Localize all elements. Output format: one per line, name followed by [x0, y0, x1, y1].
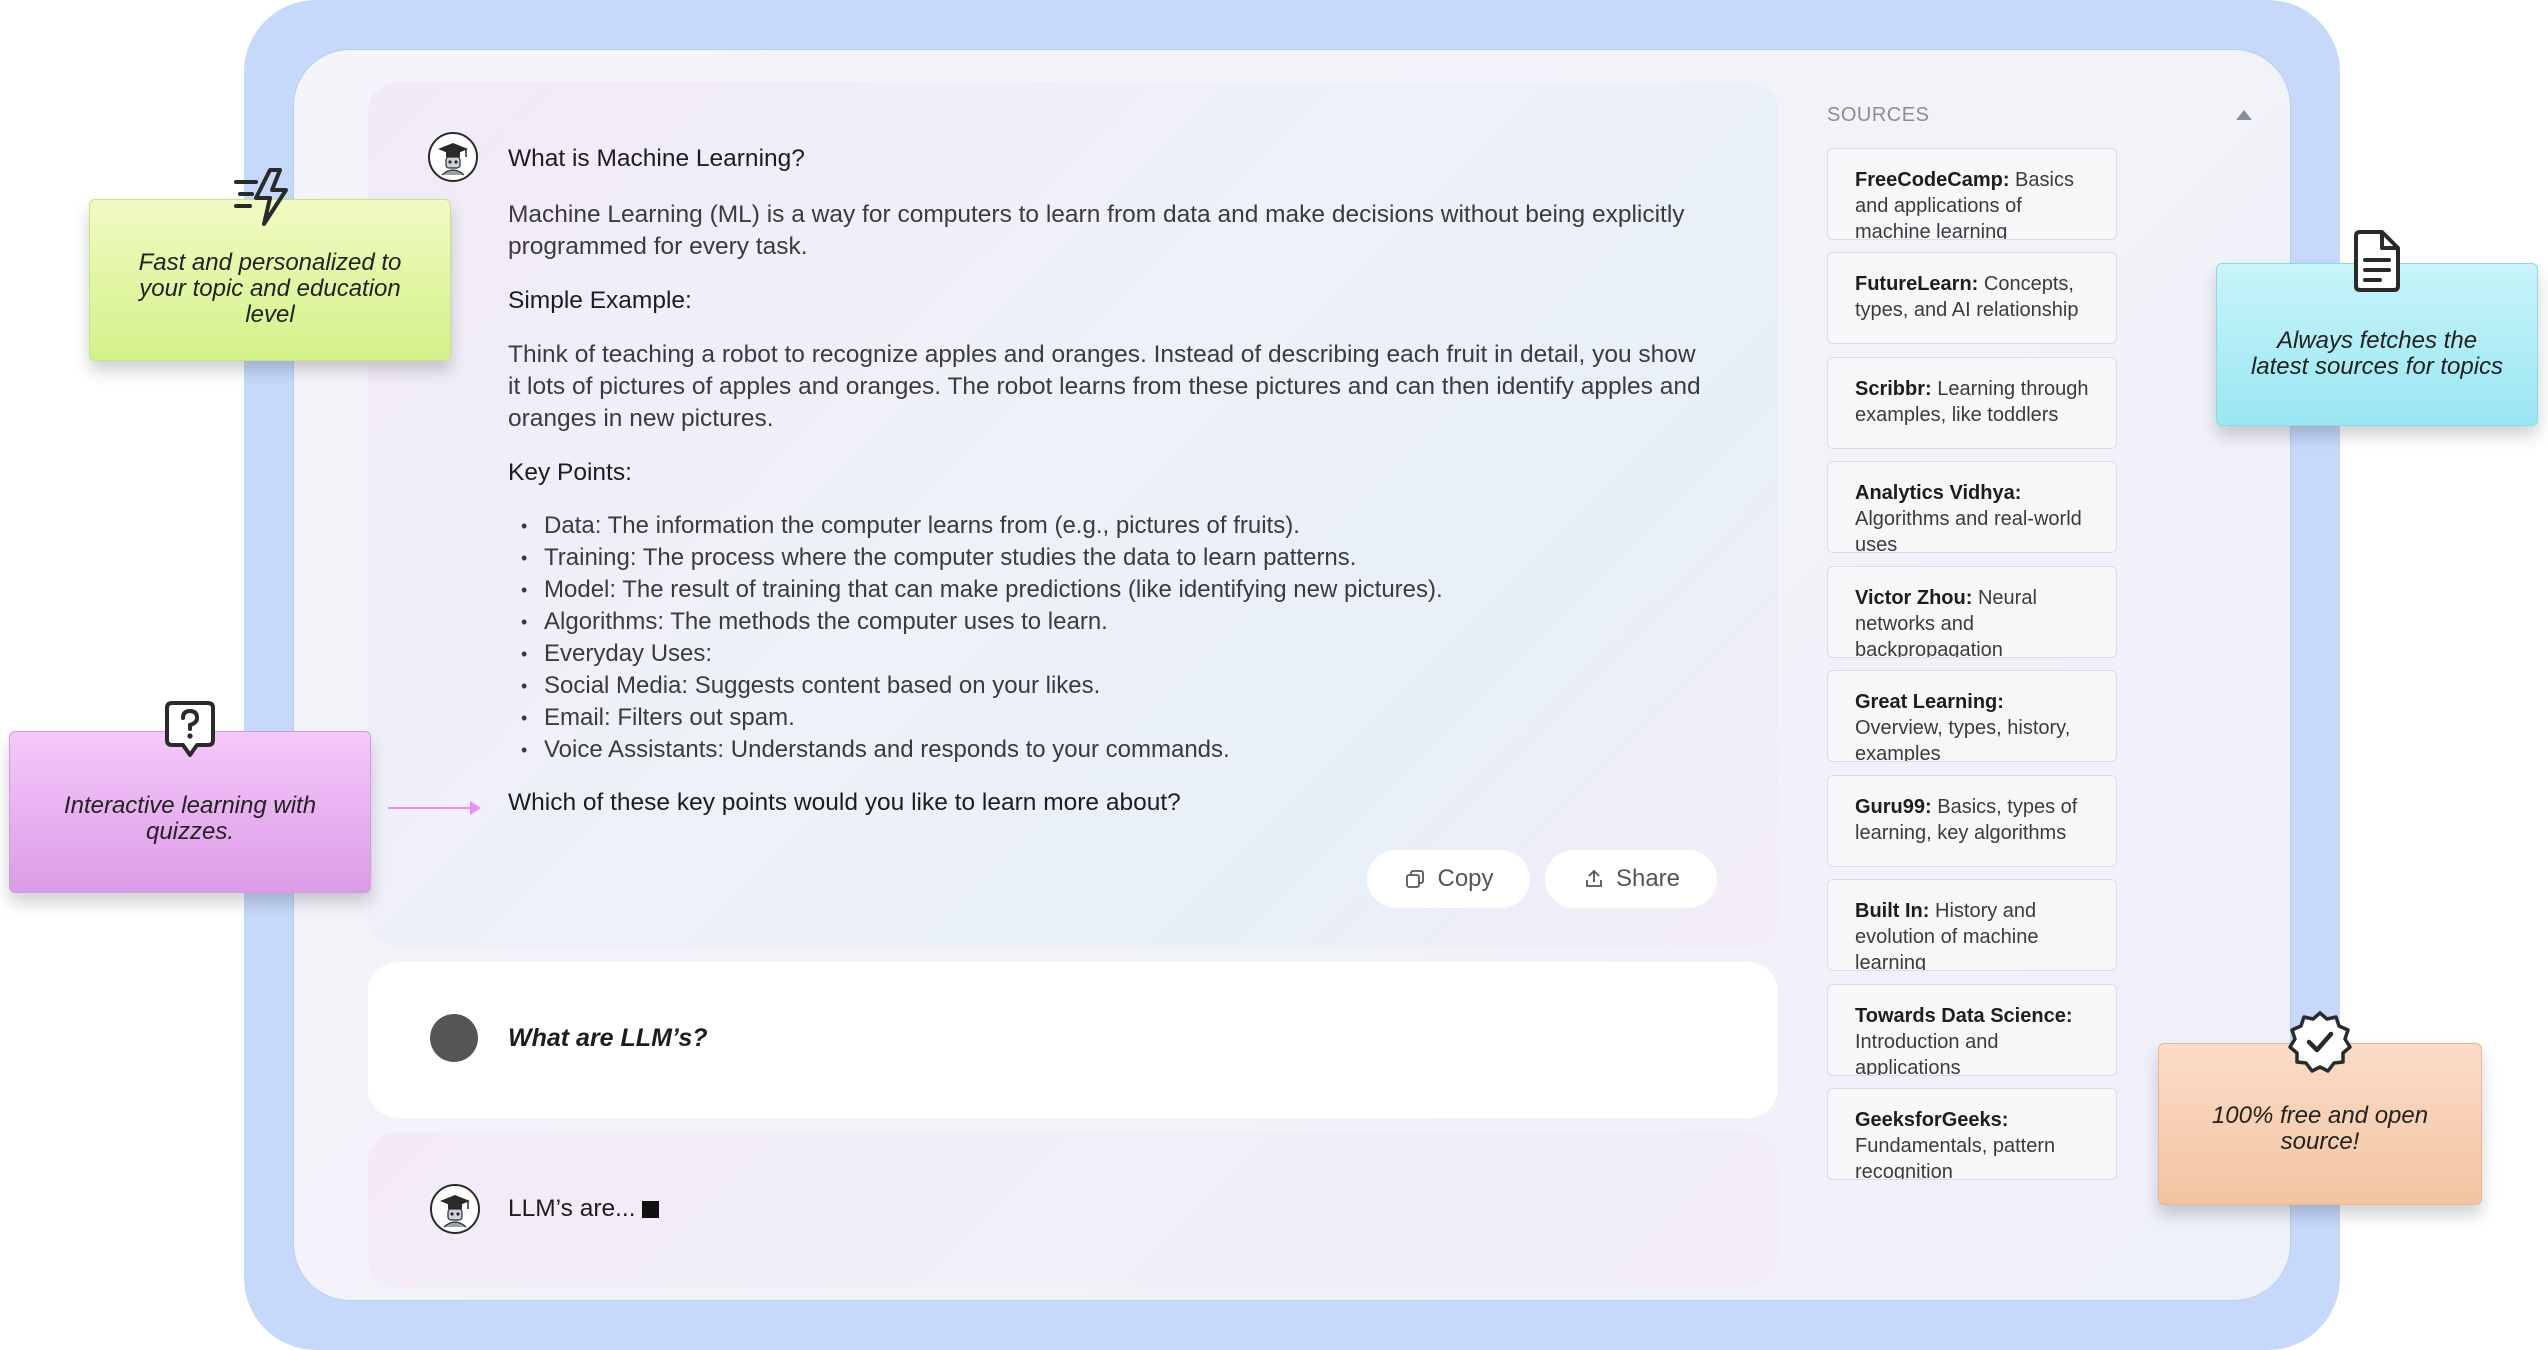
- source-item[interactable]: FutureLearn: Concepts, types, and AI rel…: [1827, 252, 2117, 344]
- source-name: Analytics Vidhya:: [1855, 482, 2022, 504]
- share-label: Share: [1615, 865, 1681, 892]
- key-points-list: Data: The information the computer learn…: [508, 510, 1443, 766]
- user-avatar: [430, 1014, 478, 1062]
- source-name: Towards Data Science:: [1855, 1005, 2073, 1027]
- source-item[interactable]: Built In: History and evolution of machi…: [1827, 879, 2117, 971]
- arrow-right-icon: [470, 801, 481, 815]
- callout-sources-text: Always fetches the latest sources for to…: [2250, 326, 2504, 380]
- list-item: Algorithms: The methods the computer use…: [508, 606, 1443, 638]
- question-bubble-icon: [165, 701, 215, 757]
- copy-button[interactable]: Copy: [1367, 850, 1530, 908]
- list-item: Model: The result of training that can m…: [508, 574, 1443, 606]
- source-item[interactable]: Scribbr: Learning through examples, like…: [1827, 357, 2117, 449]
- user-question: What are LLM’s?: [508, 1024, 708, 1052]
- list-item: Data: The information the computer learn…: [508, 510, 1443, 542]
- key-points-heading: Key Points:: [508, 459, 632, 486]
- source-item[interactable]: Great Learning: Overview, types, history…: [1827, 670, 2117, 762]
- source-name: FreeCodeCamp:: [1855, 169, 2010, 191]
- source-item[interactable]: Towards Data Science: Introduction and a…: [1827, 984, 2117, 1076]
- source-name: Scribbr:: [1855, 378, 1932, 400]
- copy-label: Copy: [1437, 865, 1494, 892]
- list-item: Voice Assistants: Understands and respon…: [508, 734, 1443, 766]
- source-item[interactable]: Guru99: Basics, types of learning, key a…: [1827, 775, 2117, 867]
- typing-text: LLM’s are...: [508, 1195, 636, 1222]
- tutor-avatar-icon: [430, 1184, 480, 1234]
- document-icon: [2354, 230, 2400, 292]
- source-name: FutureLearn:: [1855, 273, 1979, 295]
- source-name: Guru99:: [1855, 796, 1932, 818]
- answer-intro: Machine Learning (ML) is a way for compu…: [508, 201, 1685, 260]
- share-icon: [1586, 869, 1602, 887]
- source-item[interactable]: GeeksforGeeks: Fundamentals, pattern rec…: [1827, 1088, 2117, 1180]
- followup-question: Which of these key points would you like…: [508, 789, 1181, 816]
- source-desc: Fundamentals, pattern recognition: [1855, 1135, 2056, 1180]
- source-name: Victor Zhou:: [1855, 587, 1973, 609]
- source-item[interactable]: FreeCodeCamp: Basics and applications of…: [1827, 148, 2117, 240]
- source-name: Great Learning:: [1855, 691, 2004, 713]
- sources-title: SOURCES: [1827, 104, 1930, 126]
- source-item[interactable]: Victor Zhou: Neural networks and backpro…: [1827, 566, 2117, 658]
- source-desc: Introduction and applications: [1855, 1031, 1999, 1076]
- verified-badge-icon: [2288, 1011, 2352, 1073]
- callout-fast-text: Fast and personalized to your topic and …: [138, 249, 402, 328]
- list-item: Social Media: Suggests content based on …: [508, 670, 1443, 702]
- example-text: Think of teaching a robot to recognize a…: [508, 341, 1701, 432]
- typing-response: LLM’s are...: [508, 1195, 659, 1223]
- source-desc: Algorithms and real-world uses: [1855, 508, 2082, 553]
- list-item: Training: The process where the computer…: [508, 542, 1443, 574]
- lightning-icon: [234, 168, 288, 226]
- question-title: What is Machine Learning?: [508, 145, 805, 172]
- example-heading: Simple Example:: [508, 287, 692, 314]
- pointer-arrow-line: [388, 807, 474, 809]
- share-button[interactable]: Share: [1545, 850, 1717, 908]
- source-name: GeeksforGeeks:: [1855, 1109, 2009, 1131]
- callout-free-text: 100% free and open source!: [2211, 1102, 2429, 1155]
- source-desc: Overview, types, history, examples: [1855, 717, 2071, 762]
- tutor-avatar-icon: [428, 132, 478, 182]
- list-item: Email: Filters out spam.: [508, 702, 1443, 734]
- callout-quiz-text: Interactive learning with quizzes.: [63, 792, 317, 845]
- typing-cursor: [641, 1200, 659, 1218]
- caret-up-icon[interactable]: [2236, 110, 2252, 120]
- list-item: Everyday Uses:: [508, 638, 1443, 670]
- copy-icon: [1406, 870, 1425, 888]
- source-item[interactable]: Analytics Vidhya: Algorithms and real-wo…: [1827, 461, 2117, 553]
- source-name: Built In:: [1855, 900, 1930, 922]
